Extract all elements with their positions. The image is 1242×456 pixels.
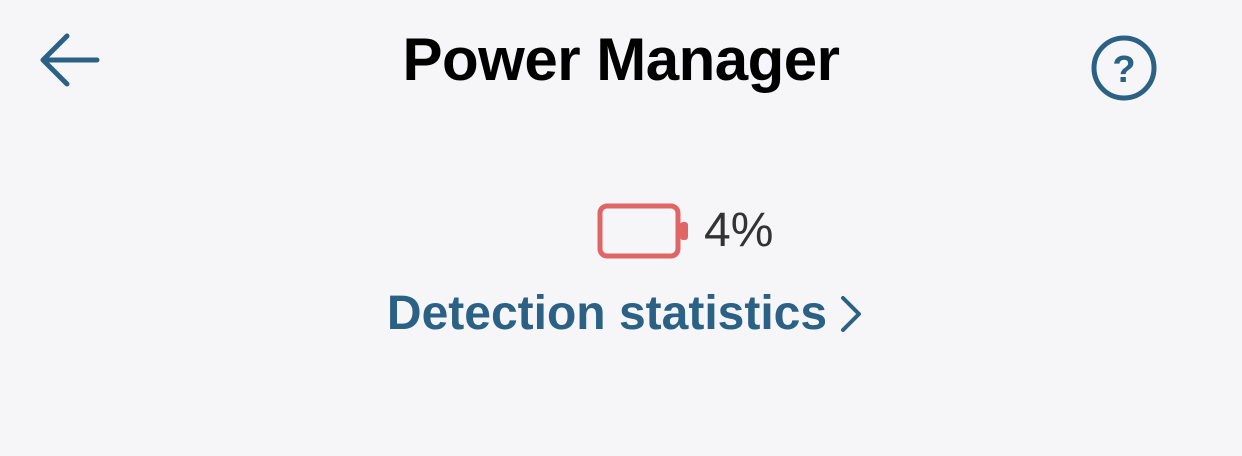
question-circle-icon: ? xyxy=(1091,35,1157,101)
help-button[interactable]: ? xyxy=(1088,34,1160,102)
detection-statistics-label: Detection statistics xyxy=(386,287,828,340)
chevron-right-icon xyxy=(841,296,862,332)
battery-empty-icon xyxy=(597,203,688,259)
battery-status: 4% xyxy=(596,200,773,262)
detection-statistics-link[interactable]: Detection statistics xyxy=(0,282,1242,346)
svg-text:?: ? xyxy=(1112,49,1135,91)
page-title: Power Manager xyxy=(402,26,840,93)
battery-percent: 4% xyxy=(704,204,774,257)
